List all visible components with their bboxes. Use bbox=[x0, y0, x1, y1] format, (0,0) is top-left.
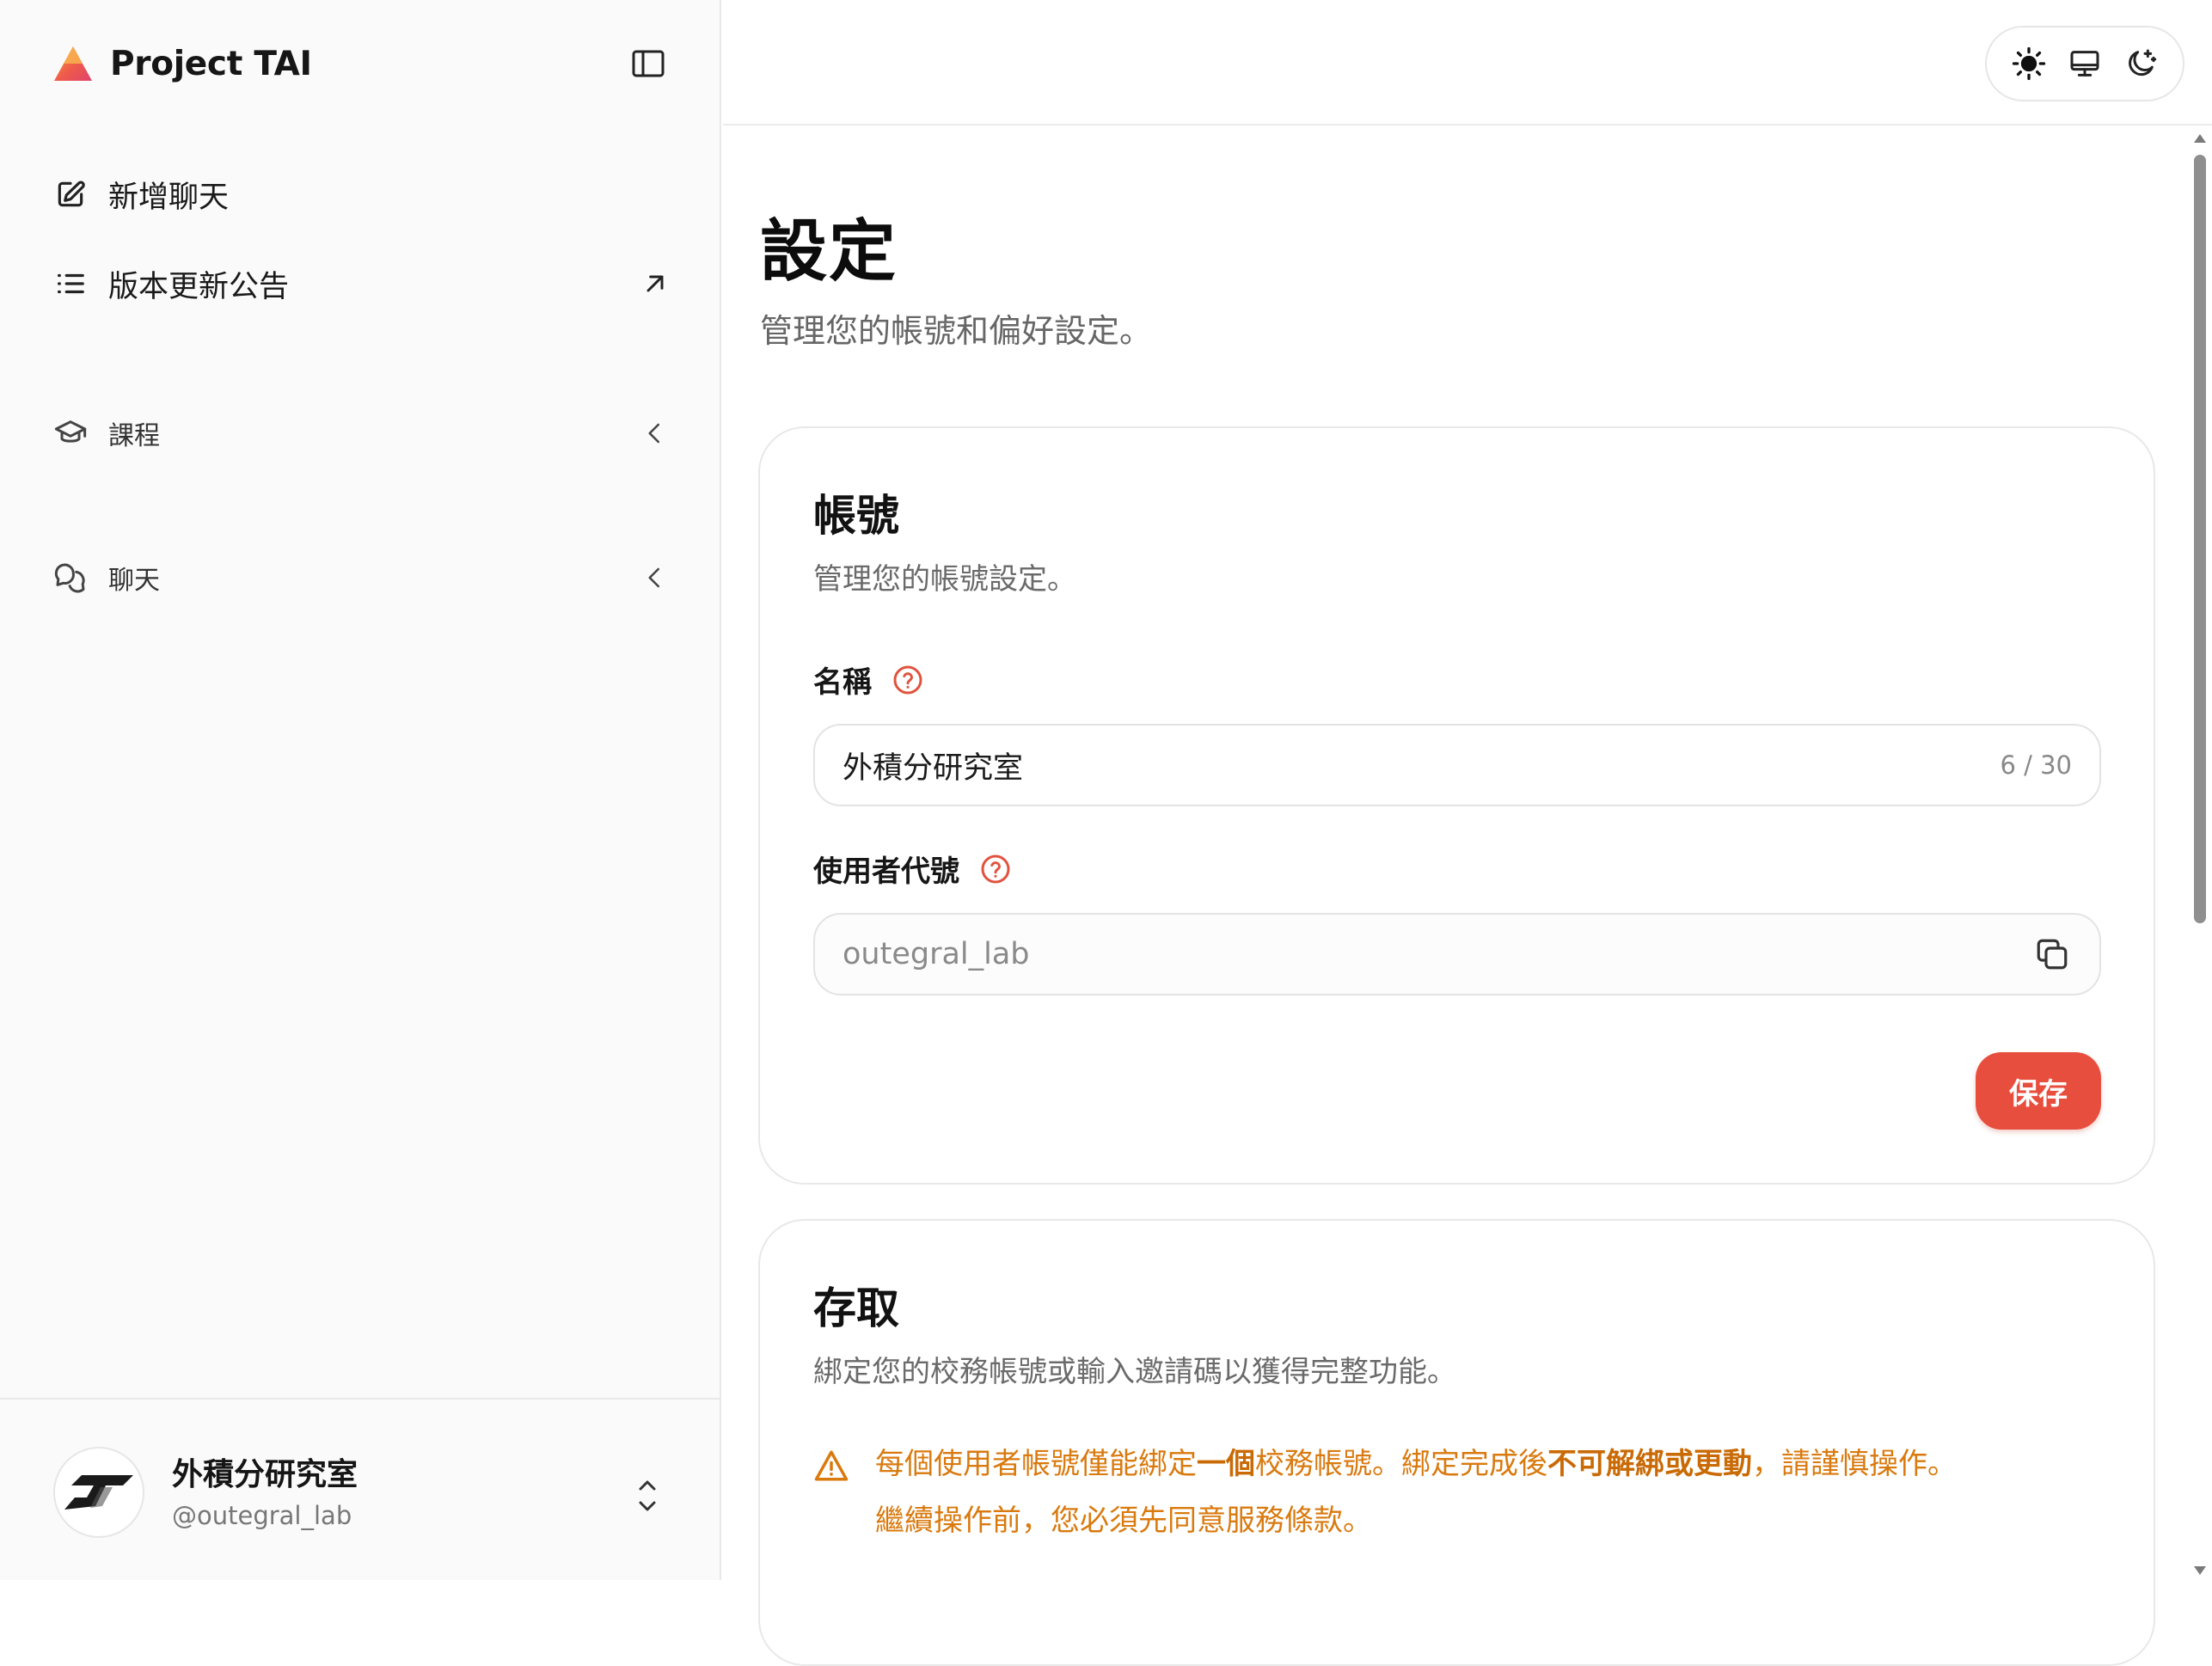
username-input-value: outegral_lab bbox=[843, 937, 1030, 971]
warning-part1: 每個使用者帳號僅能綁定 bbox=[875, 1447, 1197, 1481]
chevron-left-icon bbox=[638, 560, 672, 595]
name-field-label: 名稱 bbox=[813, 658, 923, 701]
theme-switcher bbox=[1985, 26, 2184, 101]
scroll-up-arrow[interactable] bbox=[2194, 134, 2206, 143]
user-menu[interactable]: 外積分研究室 @outegral_lab bbox=[0, 1398, 720, 1580]
monitor-icon bbox=[2070, 51, 2099, 77]
warning-bold2: 不可解綁或更動 bbox=[1547, 1447, 1752, 1481]
edit-icon bbox=[53, 177, 88, 211]
name-input-value: 外積分研究室 bbox=[843, 750, 1024, 786]
warning-line2: 繼續操作前，您必須先同意服務條款。 bbox=[875, 1504, 1372, 1538]
system-mode-button[interactable] bbox=[2062, 41, 2107, 86]
light-mode-button[interactable] bbox=[2007, 41, 2051, 86]
graduation-cap-icon bbox=[53, 416, 88, 450]
chats-section[interactable]: 聊天 bbox=[53, 554, 672, 602]
username-field-label: 使用者代號 bbox=[813, 848, 1011, 890]
name-label-text: 名稱 bbox=[813, 665, 872, 700]
app-title: Project TAI bbox=[110, 44, 312, 83]
courses-label: 課程 bbox=[108, 421, 160, 451]
sidebar-toggle-icon bbox=[632, 50, 665, 77]
name-input[interactable]: 外積分研究室 6 / 30 bbox=[813, 724, 2101, 806]
copy-icon[interactable] bbox=[2032, 934, 2072, 974]
chats-label: 聊天 bbox=[108, 566, 160, 596]
account-card: 帳號 管理您的帳號設定。 名稱 外積分研究室 6 / 30 使用者代號 oute… bbox=[758, 426, 2155, 1185]
warning-text: 每個使用者帳號僅能綁定一個校務帳號。綁定完成後不可解綁或更動，請謹慎操作。 繼續… bbox=[875, 1436, 1957, 1549]
username-label-text: 使用者代號 bbox=[813, 854, 959, 889]
changelog-item[interactable]: 版本更新公告 bbox=[53, 260, 672, 308]
name-char-count: 6 / 30 bbox=[2000, 750, 2072, 780]
warning-bold1: 一個 bbox=[1197, 1447, 1255, 1481]
account-card-title: 帳號 bbox=[813, 491, 899, 541]
chevron-left-icon bbox=[638, 416, 672, 450]
chevrons-up-down-icon[interactable] bbox=[632, 1475, 663, 1516]
logo-icon bbox=[54, 46, 92, 81]
dark-mode-button[interactable] bbox=[2118, 41, 2163, 86]
avatar-logo-icon bbox=[64, 1475, 133, 1510]
warning-part3: ，請謹慎操作。 bbox=[1752, 1447, 1957, 1481]
account-card-subtitle: 管理您的帳號設定。 bbox=[813, 562, 1076, 597]
courses-section[interactable]: 課程 bbox=[53, 409, 672, 457]
avatar bbox=[53, 1447, 144, 1538]
chat-bubbles-icon bbox=[53, 560, 88, 595]
moon-icon bbox=[2129, 49, 2157, 77]
access-card: 存取 綁定您的校務帳號或輸入邀請碼以獲得完整功能。 每個使用者帳號僅能綁定一個校… bbox=[758, 1219, 2155, 1666]
help-circle-icon[interactable] bbox=[892, 665, 923, 695]
save-button[interactable]: 保存 bbox=[1976, 1052, 2101, 1130]
scrollbar-thumb[interactable] bbox=[2194, 155, 2206, 923]
sidebar-toggle-button[interactable] bbox=[630, 48, 666, 79]
warning-part2: 校務帳號。綁定完成後 bbox=[1255, 1447, 1547, 1481]
scroll-down-arrow[interactable] bbox=[2194, 1566, 2206, 1575]
brand[interactable]: Project TAI bbox=[53, 43, 312, 84]
access-card-title: 存取 bbox=[813, 1283, 899, 1333]
changelog-label: 版本更新公告 bbox=[108, 269, 290, 304]
external-link-icon bbox=[638, 266, 672, 301]
sun-icon bbox=[2012, 46, 2045, 81]
list-icon bbox=[53, 266, 88, 301]
new-chat-label: 新增聊天 bbox=[108, 180, 230, 215]
binding-warning: 每個使用者帳號僅能綁定一個校務帳號。綁定完成後不可解綁或更動，請謹慎操作。 繼續… bbox=[813, 1446, 2103, 1549]
access-card-subtitle: 綁定您的校務帳號或輸入邀請碼以獲得完整功能。 bbox=[813, 1355, 1456, 1389]
user-name: 外積分研究室 bbox=[172, 1457, 358, 1492]
new-chat-item[interactable]: 新增聊天 bbox=[53, 170, 672, 218]
page-subtitle: 管理您的帳號和偏好設定。 bbox=[760, 312, 1153, 350]
user-handle: @outegral_lab bbox=[172, 1501, 352, 1530]
sidebar: Project TAI 新增聊天 版本更新公告 課程 聊天 外積分研究室 @ou… bbox=[0, 0, 721, 1580]
username-input[interactable]: outegral_lab bbox=[813, 913, 2101, 995]
page-title: 設定 bbox=[760, 213, 898, 291]
help-circle-icon[interactable] bbox=[980, 854, 1011, 885]
warning-triangle-icon bbox=[814, 1450, 849, 1481]
